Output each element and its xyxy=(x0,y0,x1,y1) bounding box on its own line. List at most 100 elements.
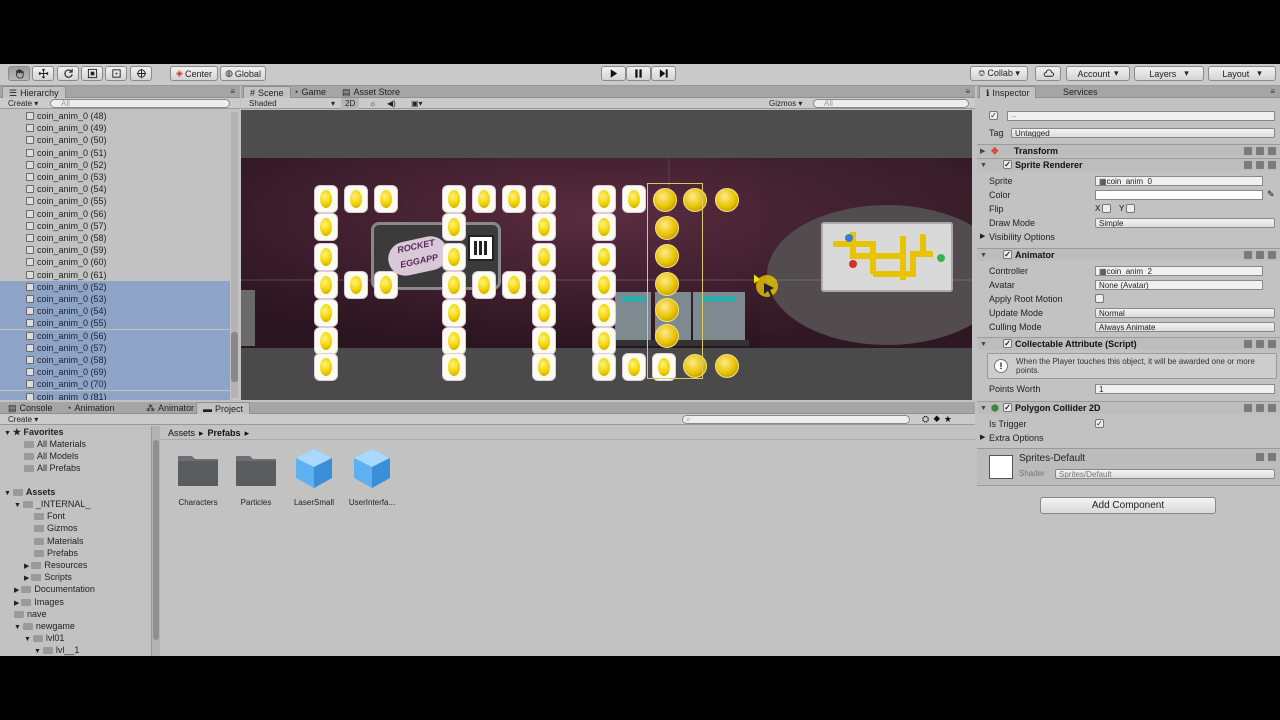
enabled-checkbox[interactable]: ✓ xyxy=(1003,160,1012,169)
coin-sprite[interactable] xyxy=(533,354,555,380)
avatar-field[interactable]: None (Avatar) xyxy=(1095,280,1263,290)
create-button[interactable]: Create ▾ xyxy=(4,414,42,425)
pivot-global-button[interactable]: ◍ Global xyxy=(220,66,266,81)
panel-menu-icon[interactable]: ≡ xyxy=(1270,87,1275,96)
tab-animator[interactable]: ⁂ Animator xyxy=(140,402,200,414)
hierarchy-scrollbar[interactable] xyxy=(231,112,238,398)
selected-coin-sprite[interactable] xyxy=(715,354,739,378)
asset-folder[interactable]: Particles xyxy=(228,446,284,507)
transform-tool-button[interactable] xyxy=(130,66,152,81)
hierarchy-item[interactable]: coin_anim_0 (51) xyxy=(0,147,230,159)
enabled-checkbox[interactable]: ✓ xyxy=(1003,250,1012,259)
tab-inspector[interactable]: ℹ Inspector xyxy=(979,86,1037,98)
move-tool-button[interactable] xyxy=(32,66,54,81)
hierarchy-item[interactable]: coin_anim_0 (81) xyxy=(0,390,230,400)
tree-folder[interactable]: Font xyxy=(34,510,65,522)
tab-services[interactable]: Services xyxy=(1057,86,1104,98)
tab-animation[interactable]: ◔ Animation xyxy=(60,402,120,414)
tree-folder[interactable]: ▼ newgame xyxy=(14,620,75,632)
tree-folder[interactable]: ▼ lvl__1 xyxy=(34,644,79,656)
hierarchy-search-input[interactable]: All xyxy=(50,99,230,108)
hierarchy-item[interactable]: coin_anim_0 (54) xyxy=(0,183,230,195)
sprite-field[interactable]: ▦coin_anim_0 xyxy=(1095,176,1263,186)
coin-sprite[interactable] xyxy=(443,214,465,240)
coin-sprite[interactable] xyxy=(443,186,465,212)
asset-prefab[interactable]: LaserSmall xyxy=(286,446,342,507)
favorites-item[interactable]: All Prefabs xyxy=(24,462,81,474)
is-trigger-checkbox[interactable]: ✓ xyxy=(1095,419,1104,428)
enabled-checkbox[interactable]: ✓ xyxy=(1003,403,1012,412)
panel-menu-icon[interactable]: ≡ xyxy=(965,87,970,96)
tree-folder[interactable]: ▶ Scripts xyxy=(24,571,72,583)
material-tools[interactable] xyxy=(1256,453,1276,461)
effects-icon[interactable]: ▣▾ xyxy=(407,98,427,109)
hierarchy-item[interactable]: coin_anim_0 (58) xyxy=(0,232,230,244)
hierarchy-item[interactable]: coin_anim_0 (56) xyxy=(0,329,230,342)
visibility-options-foldout[interactable]: ▶ Visibility Options xyxy=(980,232,1055,242)
asset-folder[interactable]: Characters xyxy=(170,446,226,507)
favorites-item[interactable]: All Materials xyxy=(24,438,86,450)
coin-sprite[interactable] xyxy=(375,272,397,298)
pivot-center-button[interactable]: ◈ Center xyxy=(170,66,218,81)
hierarchy-item[interactable]: coin_anim_0 (53) xyxy=(0,293,230,305)
expand-arrow-icon[interactable]: ▶ xyxy=(14,600,21,607)
asset-prefab[interactable]: UserInterfa... xyxy=(344,446,400,507)
shading-dropdown[interactable]: Shaded ▾ xyxy=(245,98,337,109)
tree-folder[interactable]: Gizmos xyxy=(34,522,78,534)
account-dropdown[interactable]: Account ▾ xyxy=(1066,66,1130,81)
rotate-tool-button[interactable] xyxy=(57,66,79,81)
tab-hierarchy[interactable]: ☰ Hierarchy xyxy=(2,86,66,98)
coin-sprite[interactable] xyxy=(443,354,465,380)
component-tools[interactable] xyxy=(1244,147,1276,155)
coin-sprite[interactable] xyxy=(593,244,615,270)
filter-icons[interactable]: ⛭◆★ xyxy=(922,414,956,425)
active-checkbox[interactable]: ✓ xyxy=(989,111,998,120)
coin-sprite[interactable] xyxy=(533,244,555,270)
tree-scrollbar[interactable] xyxy=(152,426,160,656)
tree-folder[interactable]: Materials xyxy=(34,535,84,547)
hierarchy-item[interactable]: coin_anim_0 (52) xyxy=(0,280,230,293)
transform-header[interactable]: ▶ ✥ Transform xyxy=(977,144,1280,157)
collapse-arrow-icon[interactable]: ▼ xyxy=(4,430,13,437)
object-name-field[interactable]: -- xyxy=(1007,111,1275,121)
coin-sprite[interactable] xyxy=(345,186,367,212)
coin-sprite[interactable] xyxy=(375,186,397,212)
rect-tool-button[interactable] xyxy=(105,66,127,81)
coin-sprite[interactable] xyxy=(315,244,337,270)
coin-sprite[interactable] xyxy=(593,186,615,212)
expand-arrow-icon[interactable]: ▶ xyxy=(24,563,31,570)
hierarchy-item[interactable]: coin_anim_0 (52) xyxy=(0,159,230,171)
hierarchy-item[interactable]: coin_anim_0 (57) xyxy=(0,341,230,354)
collab-button[interactable]: ⎊ Collab ▾ xyxy=(970,66,1028,81)
selected-coin-sprite[interactable] xyxy=(715,188,739,212)
hierarchy-item[interactable]: coin_anim_0 (58) xyxy=(0,354,230,366)
cloud-button[interactable] xyxy=(1035,66,1061,81)
layers-dropdown[interactable]: Layers ▾ xyxy=(1134,66,1204,81)
scene-search-input[interactable]: All xyxy=(813,99,969,108)
tree-folder[interactable]: nave xyxy=(14,608,47,620)
mode-2d-toggle[interactable]: 2D xyxy=(341,98,360,109)
hierarchy-item[interactable]: coin_anim_0 (55) xyxy=(0,195,230,207)
coin-sprite[interactable] xyxy=(443,300,465,326)
component-tools[interactable] xyxy=(1244,340,1276,348)
lighting-icon[interactable]: ☼ xyxy=(365,98,380,109)
tab-asset-store[interactable]: ▤ Asset Store xyxy=(336,86,406,98)
coin-sprite[interactable] xyxy=(533,272,555,298)
coin-sprite[interactable] xyxy=(315,354,337,380)
hand-tool-button[interactable] xyxy=(8,66,30,81)
tree-folder[interactable]: ▶ Images xyxy=(14,596,64,608)
gizmos-dropdown[interactable]: Gizmos ▾ xyxy=(765,98,806,109)
hierarchy-item[interactable]: coin_anim_0 (69) xyxy=(0,366,230,379)
favorites-item[interactable]: All Models xyxy=(24,450,79,462)
component-tools[interactable] xyxy=(1244,251,1276,259)
coin-sprite[interactable] xyxy=(593,272,615,298)
tree-folder[interactable]: ▼ _INTERNAL_ xyxy=(14,498,90,510)
collapse-arrow-icon[interactable]: ▼ xyxy=(34,648,43,655)
collapse-arrow-icon[interactable]: ▼ xyxy=(14,624,23,631)
audio-icon[interactable]: ◀) xyxy=(383,98,400,109)
hierarchy-item[interactable]: coin_anim_0 (61) xyxy=(0,269,230,281)
hierarchy-item[interactable]: coin_anim_0 (53) xyxy=(0,171,230,183)
coin-sprite[interactable] xyxy=(533,214,555,240)
scrollbar-thumb[interactable] xyxy=(153,440,159,640)
coin-sprite[interactable] xyxy=(593,214,615,240)
